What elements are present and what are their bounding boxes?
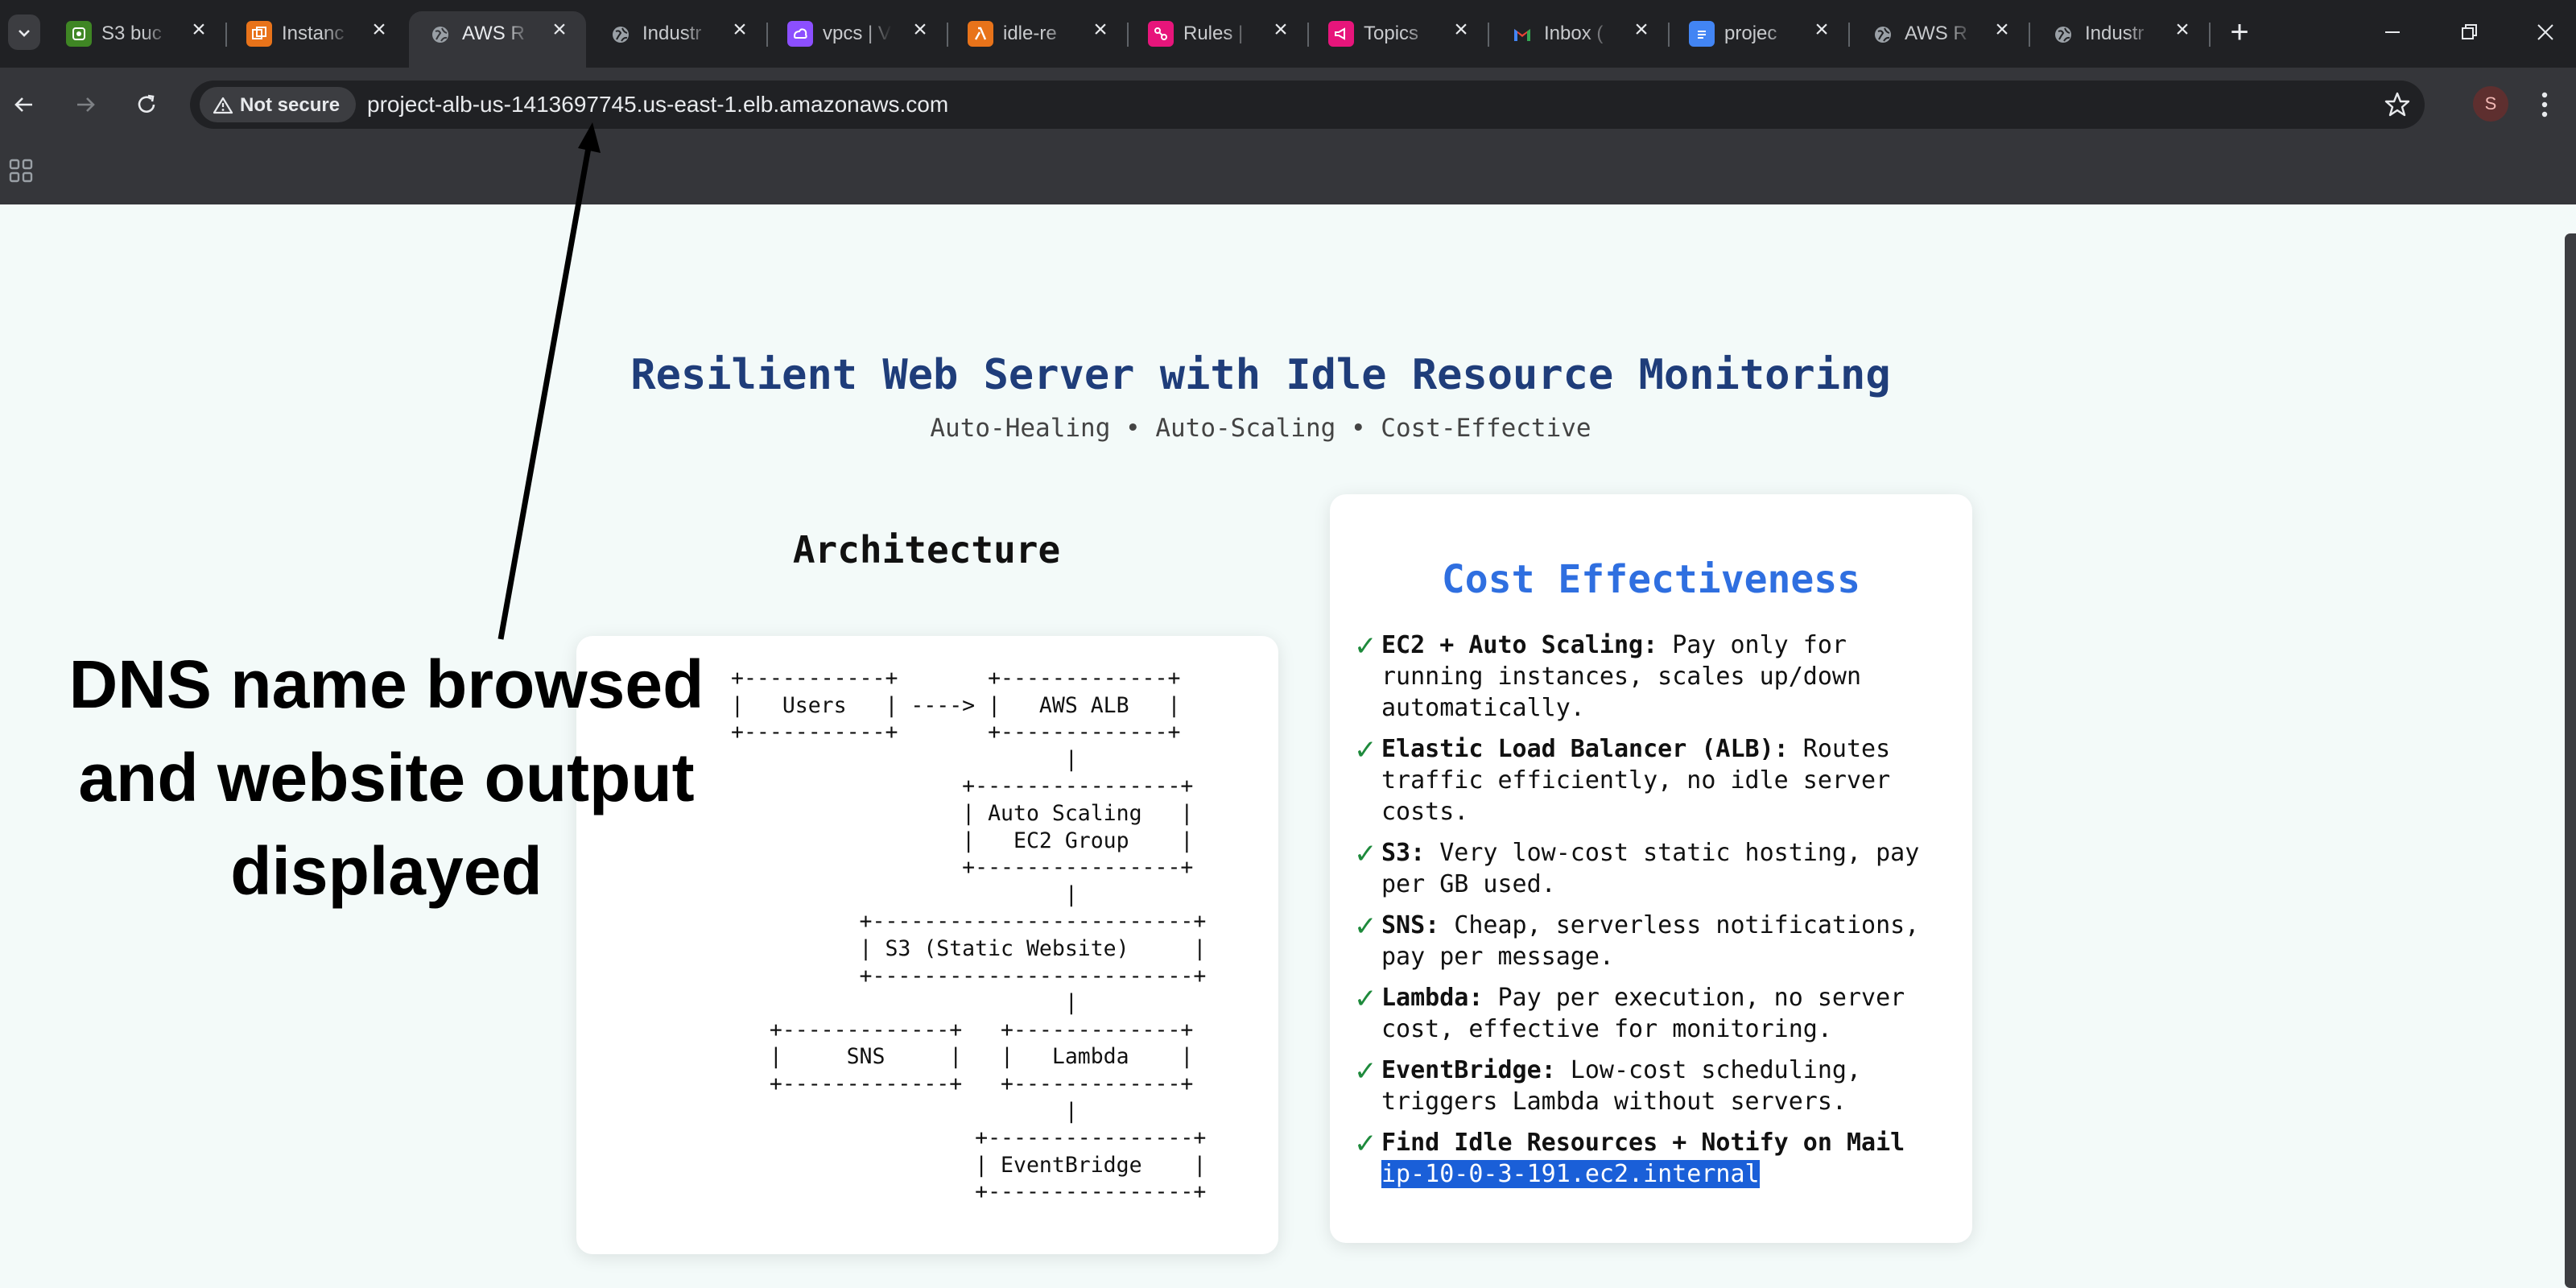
annotation-arrow [497,122,601,640]
